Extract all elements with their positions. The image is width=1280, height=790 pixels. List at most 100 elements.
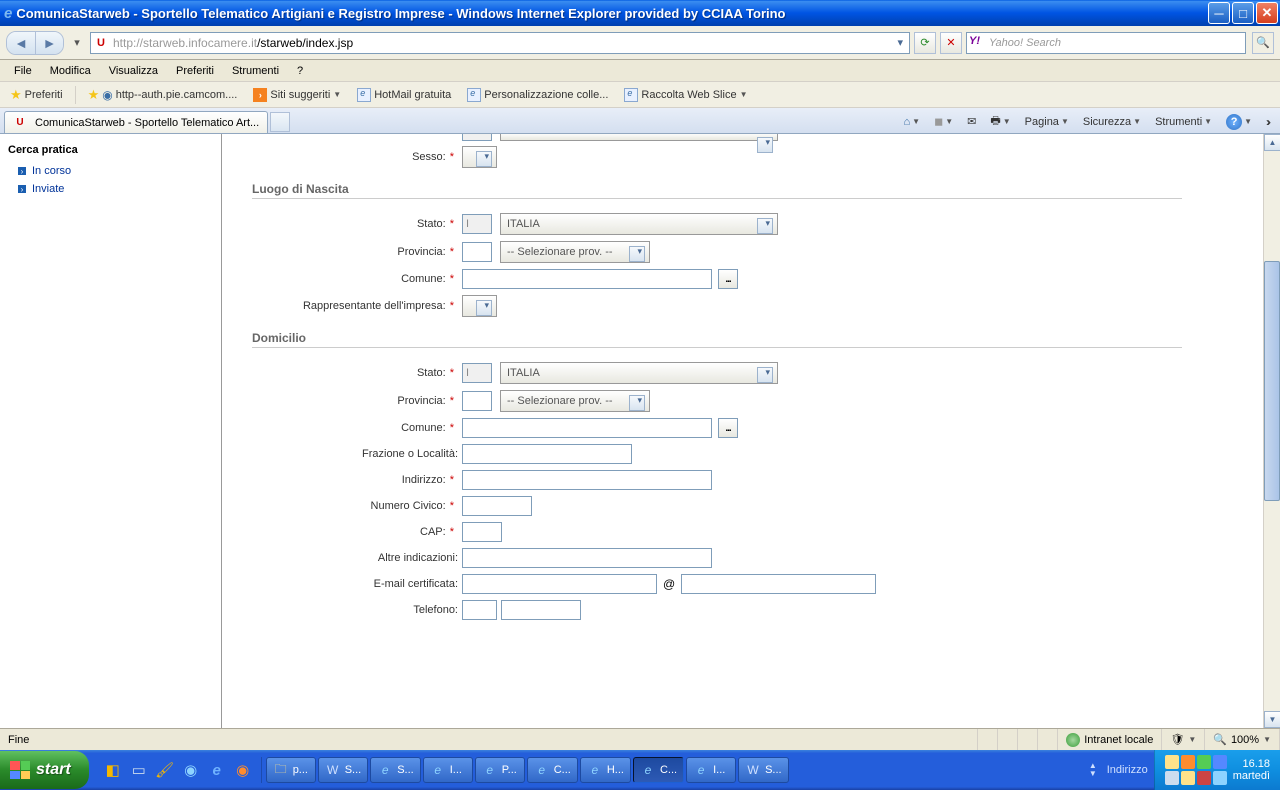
dom-stato-label: Stato:* [252,367,462,379]
ql-wmp[interactable]: ◉ [179,757,203,783]
menu-strumenti[interactable]: Strumenti [224,63,287,79]
url-dropdown-icon[interactable]: ▾ [893,36,907,49]
comune-input[interactable] [462,269,712,289]
fav-link-4[interactable]: Personalizzazione colle... [463,86,612,104]
menu-preferiti[interactable]: Preferiti [168,63,222,79]
ie-icon: e [640,762,656,778]
fav-link-2[interactable]: › Siti suggeriti▼ [249,86,345,104]
telefono-prefix-input[interactable] [462,600,497,620]
ql-paint[interactable]: 🖌 [153,757,177,783]
print-button[interactable]: 🖶▼ [986,110,1014,133]
start-button[interactable]: start [0,751,89,789]
zoom-control[interactable]: 🔍 100% ▼ [1205,729,1280,750]
task-window[interactable]: eI... [686,757,736,783]
task-window[interactable]: 🗀p... [266,757,316,783]
close-button[interactable]: ✕ [1256,2,1278,24]
mail-button[interactable]: ✉ [963,113,980,130]
sidebar-title: Cerca pratica [6,142,215,162]
sidebar-item-inviate[interactable]: › Inviate [6,180,215,198]
telefono-number-input[interactable] [501,600,581,620]
more-tools-button[interactable]: ›› [1262,113,1272,131]
civico-label: Numero Civico:* [252,500,462,512]
fav-link-1[interactable]: ★ ◉ http--auth.pie.camcom.... [84,85,242,105]
ql-ie[interactable]: e [205,757,229,783]
stop-button[interactable]: ✕ [940,32,962,54]
scroll-track[interactable] [1264,151,1280,711]
taskbar-overflow[interactable]: ▲▼ [1089,762,1097,778]
dom-provincia-select[interactable]: -- Selezionare prov. -- [500,390,650,412]
nav-history-dropdown[interactable]: ▾ [68,32,86,54]
dom-stato-select[interactable]: ITALIA [500,362,778,384]
civico-input[interactable] [462,496,532,516]
search-go-button[interactable]: 🔍 [1252,32,1274,54]
task-window[interactable]: WS... [318,757,369,783]
sesso-select[interactable] [462,146,497,168]
task-window[interactable]: eS... [370,757,421,783]
vertical-scrollbar[interactable]: ▲ ▼ [1263,134,1280,728]
menu-help[interactable]: ? [289,63,311,79]
stato-select[interactable]: ITALIA [500,213,778,235]
address-bar[interactable]: U http://starweb.infocamere.it/starweb/i… [90,32,910,54]
fav-link-5[interactable]: Raccolta Web Slice▼ [620,86,751,104]
window-title: ComunicaStarweb - Sportello Telematico A… [16,6,1208,21]
dom-comune-input[interactable] [462,418,712,438]
page-menu[interactable]: Pagina▼ [1021,114,1073,130]
ql-outlook[interactable]: ◧ [101,757,125,783]
bullet-icon: › [18,167,26,175]
protected-mode[interactable]: 🛡▼ [1162,729,1205,750]
feeds-button[interactable]: ◼▼ [930,113,957,130]
task-window[interactable]: eC... [527,757,578,783]
help-button[interactable]: ?▼ [1222,112,1256,132]
telefono-label: Telefono: [252,604,462,616]
tools-menu[interactable]: Strumenti▼ [1151,114,1216,130]
menu-file[interactable]: File [6,63,40,79]
email-local-input[interactable] [462,574,657,594]
provincia-code-input[interactable] [462,242,492,262]
task-window[interactable]: eI... [423,757,473,783]
dom-provincia-code-input[interactable] [462,391,492,411]
content-area: Cerca pratica › In corso › Inviate Sesso… [0,134,1280,728]
task-window-active[interactable]: eC... [633,757,684,783]
tray-icons[interactable] [1165,755,1227,785]
safety-menu[interactable]: Sicurezza▼ [1079,114,1145,130]
word-icon: W [325,762,341,778]
back-button[interactable]: ◄ [7,32,35,54]
refresh-button[interactable]: ⟳ [914,32,936,54]
sidebar-item-in-corso[interactable]: › In corso [6,162,215,180]
altre-input[interactable] [462,548,712,568]
menu-modifica[interactable]: Modifica [42,63,99,79]
email-domain-input[interactable] [681,574,876,594]
home-button[interactable]: ⌂▼ [900,114,925,130]
ql-firefox[interactable]: ◉ [231,757,255,783]
new-tab-button[interactable] [270,112,290,132]
task-window[interactable]: WS... [738,757,789,783]
dom-comune-lookup-button[interactable]: ... [718,418,738,438]
favorites-button[interactable]: ★ Preferiti [6,85,67,105]
comune-lookup-button[interactable]: ... [718,269,738,289]
ql-show-desktop[interactable]: ▭ [127,757,151,783]
task-window[interactable]: eH... [580,757,631,783]
scroll-thumb[interactable] [1264,261,1280,501]
scroll-up-button[interactable]: ▲ [1264,134,1280,151]
provincia-select[interactable]: -- Selezionare prov. -- [500,241,650,263]
menu-visualizza[interactable]: Visualizza [101,63,166,79]
forward-button[interactable]: ► [35,32,63,54]
tray-clock[interactable]: 16.18 martedì [1233,758,1270,782]
fav-link-3[interactable]: HotMail gratuita [353,86,455,104]
truncated-select[interactable] [500,134,778,141]
indirizzo-input[interactable] [462,470,712,490]
search-bar[interactable]: Y! Yahoo! Search [966,32,1246,54]
tab-title: ComunicaStarweb - Sportello Telematico A… [35,117,259,129]
task-window[interactable]: eP... [475,757,525,783]
frazione-input[interactable] [462,444,632,464]
maximize-button[interactable]: □ [1232,2,1254,24]
rappresentante-select[interactable] [462,295,497,317]
scroll-down-button[interactable]: ▼ [1264,711,1280,728]
minimize-button[interactable]: ─ [1208,2,1230,24]
system-tray[interactable]: 16.18 martedì [1154,750,1280,790]
rss-folder-icon: › [253,88,267,102]
birth-section-title: Luogo di Nascita [252,182,1202,196]
page-tab[interactable]: U ComunicaStarweb - Sportello Telematico… [4,111,268,133]
ie-icon: e [482,762,498,778]
cap-input[interactable] [462,522,502,542]
